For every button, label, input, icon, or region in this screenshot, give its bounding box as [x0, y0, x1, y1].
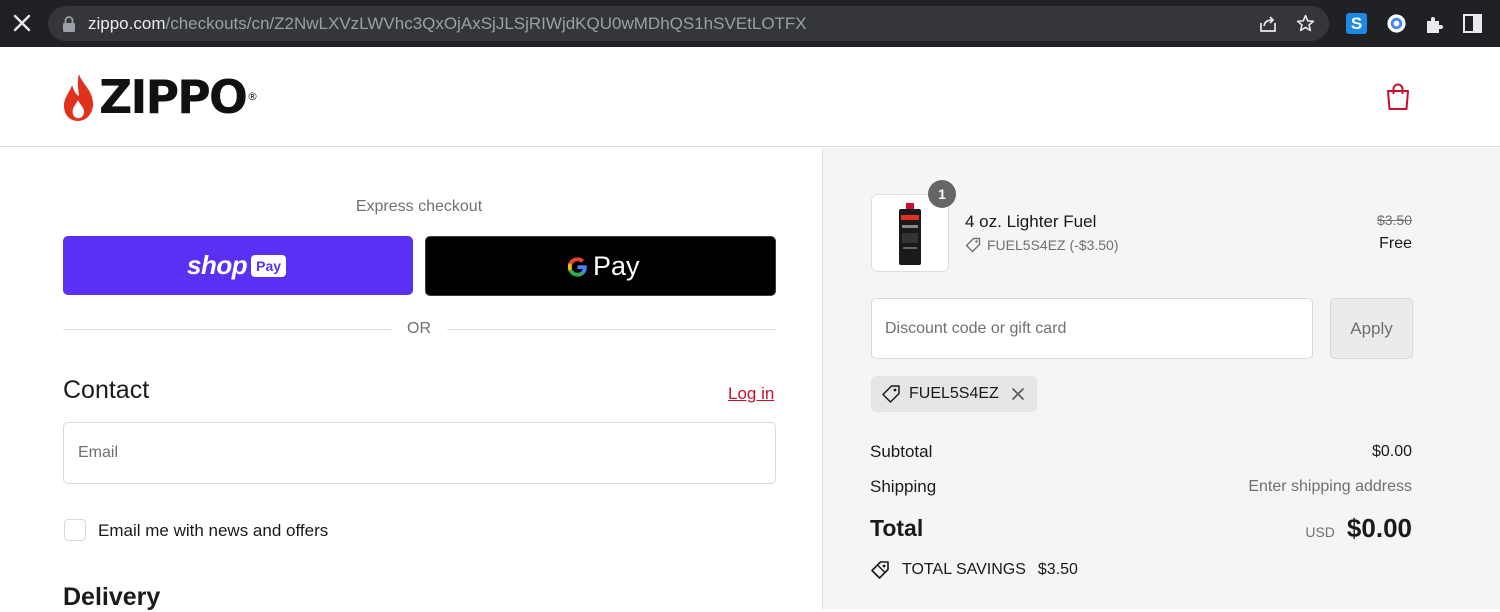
- email-field[interactable]: [63, 422, 776, 484]
- registered-mark: ®: [247, 90, 258, 103]
- subtotal-label: Subtotal: [870, 442, 933, 461]
- shop-pay-badge: Pay: [251, 254, 287, 277]
- lock-icon[interactable]: [62, 16, 76, 32]
- quantity-badge: 1: [928, 180, 956, 208]
- site-header: ZIPPO®: [0, 47, 1500, 147]
- checkout-form: Express checkout shop Pay Pay OR Contact…: [0, 148, 822, 611]
- side-panel-icon[interactable]: [1463, 14, 1482, 33]
- shop-pay-button[interactable]: shop Pay: [63, 236, 413, 295]
- google-g-icon: [567, 256, 587, 277]
- google-pay-button[interactable]: Pay: [425, 236, 776, 296]
- remove-code-icon[interactable]: [1011, 387, 1025, 401]
- discount-tag-icon: [882, 385, 900, 403]
- logo-text: ZIPPO®: [99, 70, 258, 124]
- shopping-bag-icon[interactable]: [1385, 83, 1411, 111]
- url-path: /checkouts/cn/Z2NwLXVzLWVhc3QxOjAxSjJLSj…: [165, 14, 807, 33]
- subtotal-value: $0.00: [1371, 443, 1412, 460]
- or-divider: OR: [63, 320, 776, 340]
- delivery-heading: Delivery: [63, 583, 161, 611]
- contact-heading: Contact: [63, 376, 150, 404]
- share-icon[interactable]: [1258, 14, 1278, 34]
- browser-toolbar: zippo.com/checkouts/cn/Z2NwLXVzLWVhc3QxO…: [0, 0, 1500, 47]
- lighter-fuel-can-image: [899, 203, 921, 265]
- shop-pay-word: shop: [187, 250, 248, 280]
- zippo-logo[interactable]: ZIPPO®: [62, 70, 258, 124]
- total-currency: USD: [1305, 524, 1335, 540]
- total-savings-label: TOTAL SAVINGS: [902, 561, 1026, 578]
- discount-tag-icon: [965, 237, 981, 253]
- product-price: Free: [1379, 235, 1412, 252]
- flame-icon: [64, 74, 93, 121]
- or-label: OR: [407, 320, 431, 337]
- total-label: Total: [870, 515, 924, 541]
- url-text[interactable]: zippo.com/checkouts/cn/Z2NwLXVzLWVhc3QxO…: [88, 14, 807, 34]
- order-summary: 1 4 oz. Lighter Fuel FUEL5S4EZ (-$3.50) …: [822, 148, 1500, 609]
- total-amount-group: USD $0.00: [1305, 513, 1412, 544]
- applied-code-chip: FUEL5S4EZ: [871, 376, 1037, 412]
- news-offers-checkbox[interactable]: [64, 519, 86, 541]
- divider-line-right: [447, 329, 776, 330]
- divider-line-left: [63, 329, 391, 330]
- discount-code-field[interactable]: [871, 298, 1313, 359]
- total-savings-value: $3.50: [1037, 561, 1078, 578]
- total-savings-row: TOTAL SAVINGS $3.50: [870, 560, 1078, 580]
- extension-s-icon[interactable]: S: [1346, 13, 1367, 34]
- express-checkout-label: Express checkout: [355, 198, 483, 215]
- url-host: zippo.com: [88, 14, 166, 33]
- product-original-price: $3.50: [1376, 212, 1412, 228]
- news-offers-label[interactable]: Email me with news and offers: [98, 521, 328, 541]
- extension-circle-icon[interactable]: [1386, 13, 1407, 34]
- bookmark-star-icon[interactable]: [1295, 13, 1316, 34]
- shipping-label: Shipping: [870, 477, 937, 496]
- product-discount: FUEL5S4EZ (-$3.50): [965, 237, 1119, 253]
- google-pay-word: Pay: [593, 251, 640, 281]
- close-icon[interactable]: [10, 11, 34, 35]
- total-value: $0.00: [1346, 513, 1412, 543]
- address-bar[interactable]: zippo.com/checkouts/cn/Z2NwLXVzLWVhc3QxO…: [48, 6, 1329, 41]
- login-link[interactable]: Log in: [728, 384, 774, 404]
- extensions-puzzle-icon[interactable]: [1424, 13, 1446, 35]
- apply-button[interactable]: Apply: [1330, 298, 1413, 359]
- product-name: 4 oz. Lighter Fuel: [965, 212, 1097, 231]
- savings-tag-icon: [871, 561, 889, 579]
- applied-code-text: FUEL5S4EZ: [909, 385, 999, 402]
- shipping-value: Enter shipping address: [1248, 478, 1412, 495]
- product-discount-text: FUEL5S4EZ (-$3.50): [987, 237, 1119, 253]
